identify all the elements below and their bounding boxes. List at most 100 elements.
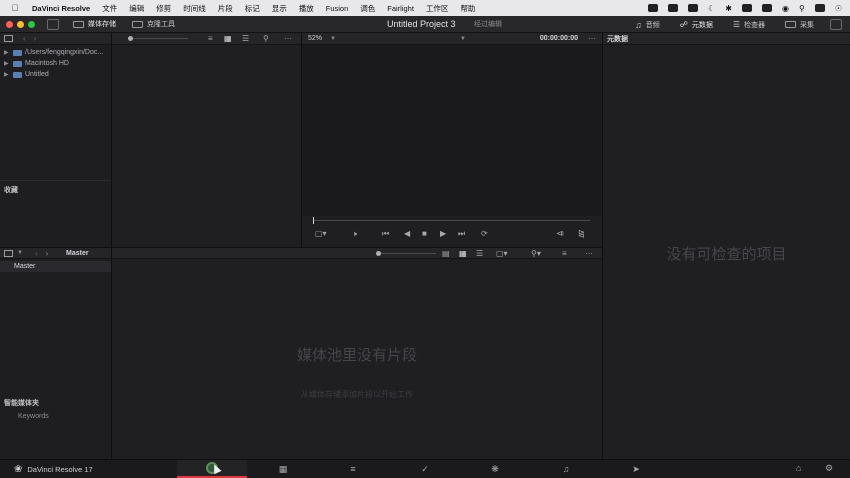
pool-grid-view-icon[interactable]: ▦ bbox=[459, 249, 467, 258]
close-window-button[interactable] bbox=[6, 20, 13, 28]
chevron-right-icon[interactable]: ▶ bbox=[4, 71, 10, 78]
menu-color[interactable]: 调色 bbox=[354, 3, 381, 14]
forward-arrow-icon[interactable]: › bbox=[34, 34, 37, 43]
project-status: 经过编辑 bbox=[474, 21, 502, 28]
media-storage-toggle[interactable]: 媒体存储 bbox=[65, 16, 124, 33]
video-display[interactable] bbox=[302, 45, 602, 216]
camera-icon[interactable] bbox=[648, 4, 659, 12]
playhead[interactable] bbox=[313, 217, 314, 224]
battery-icon[interactable] bbox=[761, 4, 772, 12]
list-item[interactable]: ▶ Macintosh HD bbox=[0, 58, 111, 69]
stop-icon[interactable]: ■ bbox=[422, 229, 427, 238]
scrubber-bar[interactable] bbox=[314, 220, 590, 221]
bin-forward-icon[interactable]: › bbox=[46, 249, 49, 258]
menu-help[interactable]: 帮助 bbox=[454, 3, 481, 14]
moon-icon[interactable]: ☾ bbox=[708, 4, 715, 13]
zoom-level[interactable]: 52% bbox=[308, 35, 322, 42]
viewer-more-icon[interactable]: ··· bbox=[588, 34, 596, 43]
timecode[interactable]: 00:00:00:00 bbox=[540, 35, 578, 42]
sort-icon[interactable]: ≡ bbox=[208, 34, 213, 43]
panel-divider[interactable] bbox=[111, 33, 112, 459]
monitor-icon[interactable] bbox=[830, 19, 842, 30]
page-fairlight[interactable]: ♫ bbox=[531, 460, 601, 478]
menu-mark[interactable]: 标记 bbox=[239, 3, 266, 14]
input-method-icon[interactable] bbox=[741, 4, 752, 12]
list-item[interactable]: ▶ Untitled bbox=[0, 69, 111, 80]
menu-fairlight[interactable]: Fairlight bbox=[381, 4, 420, 13]
metadata-toggle[interactable]: ☍ 元数据 bbox=[670, 16, 723, 33]
slider-handle[interactable] bbox=[128, 36, 133, 41]
menu-view[interactable]: 显示 bbox=[266, 3, 293, 14]
back-arrow-icon[interactable]: ‹ bbox=[23, 34, 26, 43]
pool-filter-icon[interactable]: ▢▾ bbox=[496, 249, 508, 258]
volume-icon[interactable]: 🕨 bbox=[352, 229, 357, 239]
menu-file[interactable]: 文件 bbox=[96, 3, 123, 14]
page-color[interactable]: ❋ bbox=[460, 460, 530, 478]
pool-list-view-icon[interactable]: ☰ bbox=[476, 249, 483, 258]
more-options-icon[interactable]: ··· bbox=[284, 34, 292, 43]
play-reverse-icon[interactable]: ◀ bbox=[404, 229, 410, 238]
home-icon[interactable]: ⌂ bbox=[796, 463, 801, 473]
pool-more-icon[interactable]: ··· bbox=[585, 249, 593, 258]
cloud-icon[interactable] bbox=[688, 4, 699, 12]
panel-divider[interactable] bbox=[602, 33, 603, 459]
pool-search-icon[interactable]: ⚲▾ bbox=[531, 249, 541, 258]
bin-list-toggle-icon[interactable] bbox=[4, 249, 13, 257]
zoom-window-button[interactable] bbox=[28, 20, 35, 28]
bin-dropdown-icon[interactable]: ▼ bbox=[17, 250, 23, 256]
panel-layout-button[interactable] bbox=[47, 18, 59, 30]
bin-back-icon[interactable]: ‹ bbox=[35, 249, 38, 258]
menu-workspace[interactable]: 工作区 bbox=[420, 3, 455, 14]
menu-trim[interactable]: 修剪 bbox=[150, 3, 177, 14]
wifi-icon[interactable]: ◉ bbox=[782, 4, 789, 13]
master-bin-row[interactable]: Master bbox=[0, 261, 111, 272]
pool-sort-icon[interactable]: ≡ bbox=[562, 249, 567, 258]
pool-slider-handle[interactable] bbox=[376, 251, 381, 256]
apple-menu-icon[interactable]:  bbox=[8, 3, 22, 13]
panel-divider[interactable] bbox=[0, 247, 602, 248]
page-cut[interactable]: ▦ bbox=[248, 460, 318, 478]
page-fusion[interactable]: ✓ bbox=[390, 460, 460, 478]
menu-fusion[interactable]: Fusion bbox=[320, 4, 355, 13]
list-item[interactable]: ▶ /Users/fengqingxin/Doc... bbox=[0, 47, 111, 58]
menu-clip[interactable]: 片段 bbox=[212, 3, 239, 14]
panel-divider[interactable] bbox=[301, 33, 302, 247]
clip-dropdown-icon[interactable]: ▼ bbox=[460, 36, 466, 42]
siri-icon[interactable]: ☉ bbox=[835, 4, 842, 13]
chevron-right-icon[interactable]: ▶ bbox=[4, 60, 10, 67]
keywords-bin[interactable]: Keywords bbox=[18, 413, 49, 420]
search-icon[interactable]: ⚲ bbox=[263, 34, 269, 43]
minimize-window-button[interactable] bbox=[17, 20, 24, 28]
clone-tool-toggle[interactable]: 克隆工具 bbox=[124, 16, 183, 33]
pool-metadata-view-icon[interactable]: ▤ bbox=[442, 249, 450, 258]
chevron-right-icon[interactable]: ▶ bbox=[4, 49, 10, 56]
app-status-icon[interactable] bbox=[668, 4, 679, 12]
mark-in-icon[interactable]: ⧏ bbox=[556, 229, 564, 238]
audio-toggle[interactable]: ♫ 音频 bbox=[625, 16, 670, 33]
page-deliver[interactable]: ➤ bbox=[601, 460, 671, 478]
list-view-icon[interactable]: ☰ bbox=[242, 34, 249, 43]
go-to-start-icon[interactable]: ⏮ bbox=[382, 229, 389, 239]
control-center-icon[interactable] bbox=[814, 4, 825, 12]
grid-view-icon[interactable]: ▦ bbox=[224, 34, 232, 43]
menu-playback[interactable]: 播放 bbox=[293, 3, 320, 14]
settings-gear-icon[interactable]: ⚙ bbox=[825, 463, 833, 474]
play-icon[interactable]: ▶ bbox=[440, 229, 446, 238]
sidebar-toggle-icon[interactable] bbox=[4, 35, 13, 42]
loop-icon[interactable]: ⟳ bbox=[481, 229, 488, 238]
menu-edit[interactable]: 编辑 bbox=[123, 3, 150, 14]
app-menu[interactable]: DaVinci Resolve bbox=[32, 4, 90, 13]
page-edit[interactable]: ≡ bbox=[318, 460, 388, 478]
inspector-toggle[interactable]: ☰ 检查器 bbox=[723, 16, 775, 33]
viewer-mode-icon[interactable]: ▢▾ bbox=[315, 229, 327, 238]
thumbnail-size-slider[interactable] bbox=[128, 38, 188, 39]
pool-thumbnail-slider[interactable] bbox=[376, 253, 436, 254]
zoom-dropdown-icon[interactable]: ▼ bbox=[330, 36, 336, 42]
mark-out-icon[interactable]: ⧎ bbox=[578, 229, 585, 238]
capture-toggle[interactable]: 采集 bbox=[775, 16, 824, 33]
bluetooth-icon[interactable]: ✱ bbox=[725, 4, 732, 13]
media-storage-label: 媒体存储 bbox=[88, 21, 116, 28]
spotlight-search-icon[interactable]: ⚲ bbox=[799, 4, 805, 13]
go-to-end-icon[interactable]: ⏭ bbox=[458, 229, 465, 239]
menu-timeline[interactable]: 时间线 bbox=[177, 3, 212, 14]
